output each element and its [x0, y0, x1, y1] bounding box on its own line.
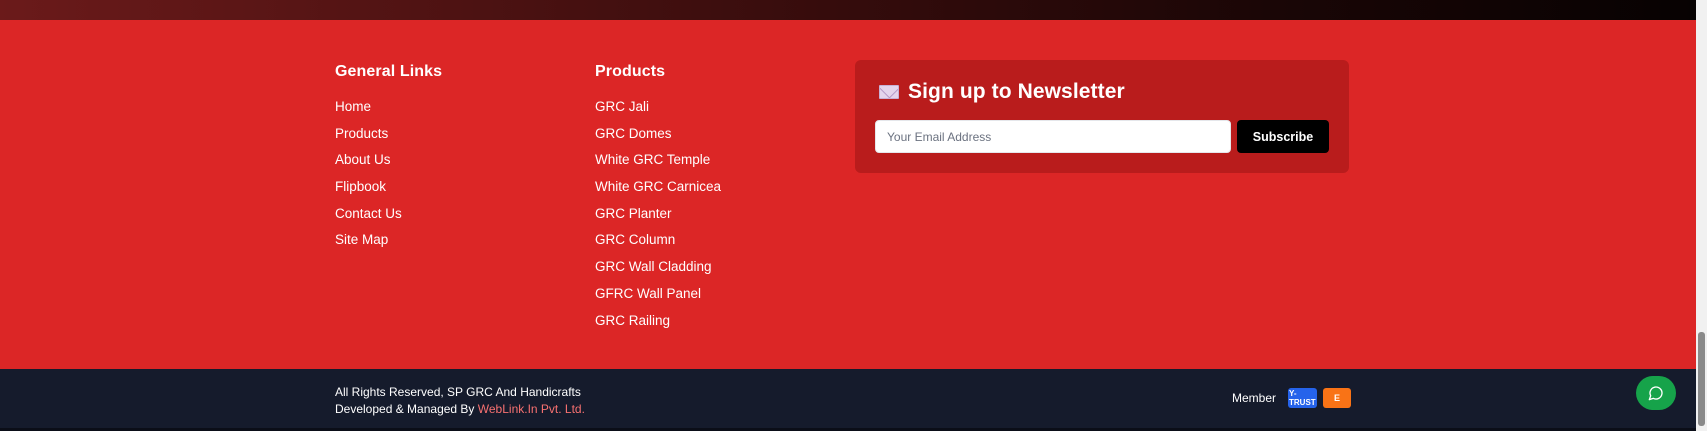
page-scrollbar[interactable]: [1696, 0, 1707, 431]
newsletter-title-row: Sign up to Newsletter: [879, 80, 1125, 104]
member-badges: Member Y-TRUST E: [1232, 388, 1352, 408]
scrollbar-thumb[interactable]: [1698, 332, 1705, 426]
site-footer: General Links Home Products About Us Fli…: [0, 20, 1696, 369]
products-heading: Products: [595, 63, 666, 80]
general-links-column: General Links Home Products About Us Fli…: [335, 63, 442, 258]
product-link-grc-domes[interactable]: GRC Domes: [595, 125, 672, 143]
product-link-grc-column[interactable]: GRC Column: [595, 231, 675, 249]
products-column: Products GRC Jali GRC Domes White GRC Te…: [595, 63, 721, 338]
developer-credit: Developed & Managed By WebLink.In Pvt. L…: [335, 401, 585, 418]
chat-bubble-icon: [1648, 386, 1663, 401]
newsletter-title: Sign up to Newsletter: [908, 80, 1125, 103]
developer-link[interactable]: WebLink.In Pvt. Ltd.: [478, 402, 585, 416]
newsletter-panel: Sign up to Newsletter Subscribe: [855, 60, 1349, 173]
general-links-list: Home Products About Us Flipbook Contact …: [335, 98, 442, 258]
member-label: Member: [1232, 391, 1277, 405]
footer-link-products[interactable]: Products: [335, 125, 388, 143]
footer-link-flipbook[interactable]: Flipbook: [335, 178, 386, 196]
product-link-grc-railing[interactable]: GRC Railing: [595, 312, 670, 330]
product-link-grc-jali[interactable]: GRC Jali: [595, 98, 649, 116]
subscribe-button[interactable]: Subscribe: [1237, 120, 1329, 153]
footer-link-home[interactable]: Home: [335, 98, 371, 116]
footer-link-site-map[interactable]: Site Map: [335, 231, 388, 249]
product-link-grc-planter[interactable]: GRC Planter: [595, 205, 672, 223]
copyright-block: All Rights Reserved, SP GRC And Handicra…: [335, 384, 585, 418]
envelope-icon: [879, 85, 899, 99]
copyright-text: All Rights Reserved, SP GRC And Handicra…: [335, 385, 581, 399]
product-link-grc-wall-cladding[interactable]: GRC Wall Cladding: [595, 258, 712, 276]
product-link-white-grc-carnicea[interactable]: White GRC Carnicea: [595, 178, 721, 196]
e-badge[interactable]: E: [1323, 388, 1352, 408]
footer-bottom-bar: All Rights Reserved, SP GRC And Handicra…: [0, 369, 1696, 428]
y-trust-badge[interactable]: Y-TRUST: [1288, 388, 1318, 408]
page-top-band: [0, 0, 1696, 20]
chat-button[interactable]: [1636, 376, 1676, 410]
product-link-gfrc-wall-panel[interactable]: GFRC Wall Panel: [595, 285, 701, 303]
product-link-white-grc-temple[interactable]: White GRC Temple: [595, 151, 710, 169]
footer-link-contact-us[interactable]: Contact Us: [335, 205, 402, 223]
products-list: GRC Jali GRC Domes White GRC Temple Whit…: [595, 98, 721, 338]
footer-link-about-us[interactable]: About Us: [335, 151, 391, 169]
general-links-heading: General Links: [335, 63, 443, 80]
developer-credit-prefix: Developed & Managed By: [335, 402, 478, 416]
newsletter-email-input[interactable]: [875, 120, 1231, 153]
